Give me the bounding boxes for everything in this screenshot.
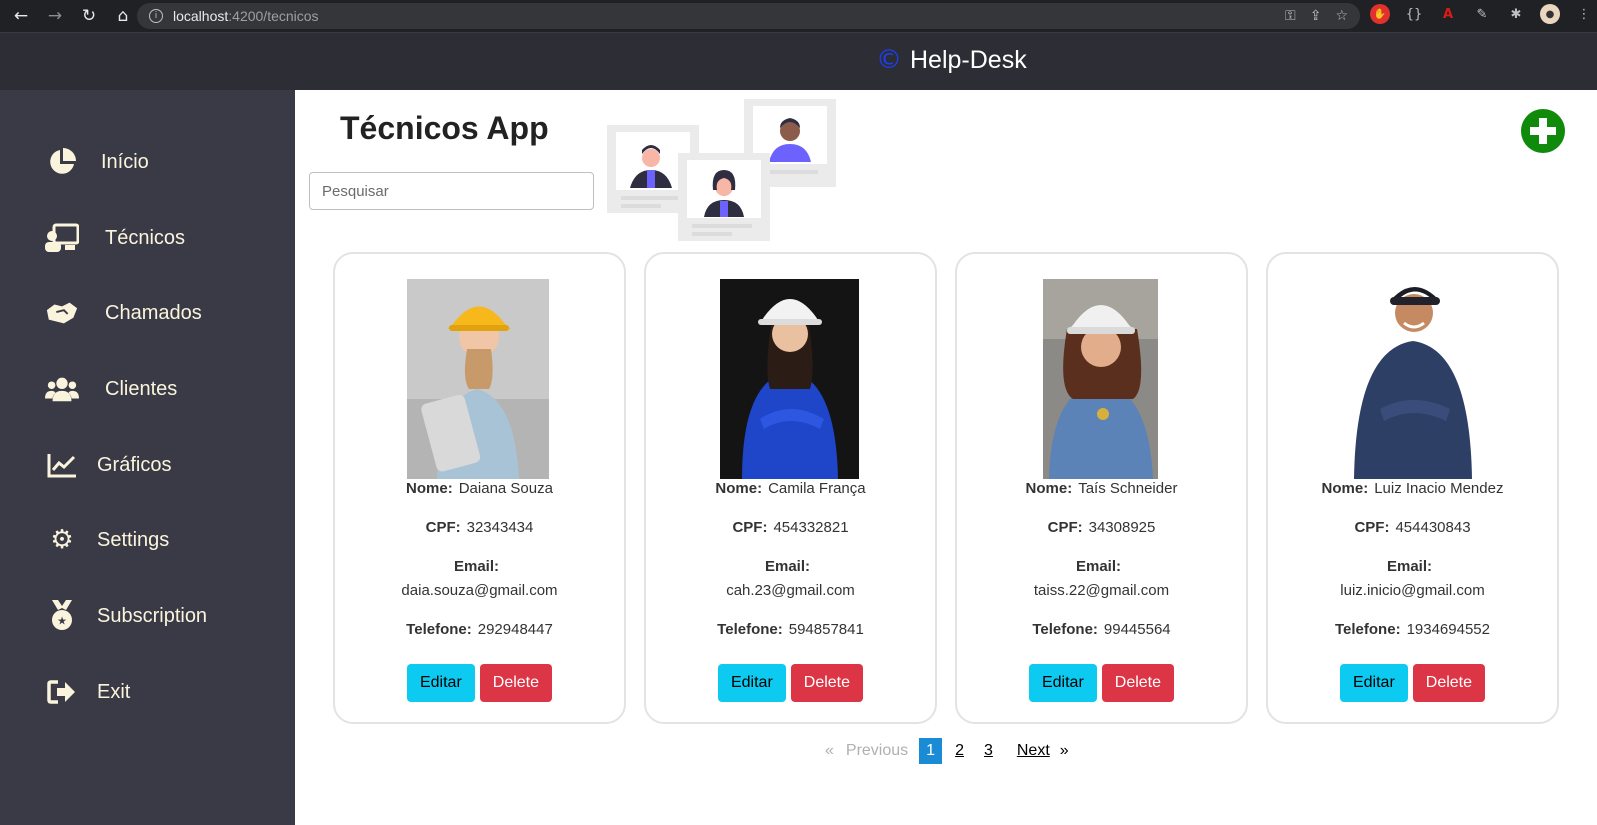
- back-icon[interactable]: ←: [8, 3, 34, 29]
- sidebar-item-clientes[interactable]: Clientes: [45, 372, 177, 406]
- puzzle-icon[interactable]: ✱: [1506, 4, 1526, 24]
- tecnico-email-label: Email:: [764, 558, 810, 575]
- copyright-icon: ©: [876, 45, 902, 75]
- page-link-2[interactable]: 2: [948, 738, 971, 764]
- tecnico-email: taiss.22@gmail.com: [1033, 582, 1170, 599]
- next-page-link[interactable]: Next: [1017, 742, 1050, 760]
- svg-text:★: ★: [57, 615, 67, 628]
- tecnico-card: Nome: Camila França CPF: 454332821 Email: …: [644, 252, 937, 724]
- tecnico-email-label: Email:: [1386, 558, 1432, 575]
- page-title: Técnicos App: [340, 110, 549, 146]
- previous-page-link[interactable]: Previous: [846, 742, 908, 760]
- sidebar: Início Técnicos Chamados Clientes Gráfic…: [0, 90, 295, 825]
- home-icon[interactable]: ⌂: [110, 3, 136, 29]
- sidebar-item-subscription[interactable]: ★ Subscription: [45, 599, 207, 633]
- reload-icon[interactable]: ↻: [76, 3, 102, 29]
- tecnico-cpf: CPF: 34308925: [1047, 519, 1156, 536]
- tecnico-telefone: Telefone: 292948447: [406, 621, 553, 638]
- add-tecnico-button[interactable]: [1521, 109, 1565, 153]
- sidebar-item-tecnicos[interactable]: Técnicos: [45, 221, 185, 255]
- share-icon[interactable]: ⇪: [1310, 8, 1322, 24]
- sidebar-item-settings[interactable]: ⚙ Settings: [45, 523, 169, 557]
- edit-button[interactable]: Editar: [1028, 664, 1097, 702]
- medal-icon: ★: [45, 599, 79, 633]
- pagination: « Previous 1 2 3 Next »: [825, 738, 1069, 764]
- site-info-icon[interactable]: i: [149, 9, 163, 23]
- tecnico-nome: Nome: Camila França: [715, 480, 866, 497]
- delete-button[interactable]: Delete: [790, 664, 864, 702]
- edit-button[interactable]: Editar: [717, 664, 786, 702]
- tecnico-cpf: CPF: 32343434: [425, 519, 534, 536]
- line-chart-icon: [45, 448, 79, 482]
- pen-extension-icon[interactable]: ✎: [1472, 4, 1492, 24]
- tecnico-card: Nome: Luiz Inacio Mendez CPF: 454430843 Em…: [1266, 252, 1559, 724]
- url-text: localhost:4200/tecnicos: [173, 8, 319, 24]
- tecnico-email: daia.souza@gmail.com: [401, 582, 558, 599]
- brand-title: Help-Desk: [910, 45, 1027, 74]
- angular-extension-icon[interactable]: A: [1438, 4, 1458, 24]
- key-icon[interactable]: ⚿: [1285, 8, 1296, 24]
- delete-button[interactable]: Delete: [479, 664, 553, 702]
- address-bar[interactable]: i localhost:4200/tecnicos ⚿ ⇪ ☆: [137, 3, 1360, 29]
- tecnico-telefone: Telefone: 594857841: [717, 621, 864, 638]
- handshake-icon: [45, 296, 79, 330]
- pie-chart-icon: [45, 145, 79, 179]
- tecnico-email-label: Email:: [1075, 558, 1121, 575]
- sidebar-item-exit[interactable]: Exit: [45, 675, 130, 709]
- json-extension-icon[interactable]: {}: [1404, 4, 1424, 24]
- page-link-1[interactable]: 1: [919, 738, 943, 764]
- previous-arrow-icon: «: [825, 742, 834, 759]
- tecnico-card: Nome: Daiana Souza CPF: 32343434 Email: da…: [333, 252, 626, 724]
- tecnico-nome: Nome: Taís Schneider: [1025, 480, 1178, 497]
- technician-icon: [45, 221, 79, 255]
- delete-button[interactable]: Delete: [1412, 664, 1486, 702]
- tecnico-card: Nome: Taís Schneider CPF: 34308925 Email: …: [955, 252, 1248, 724]
- next-arrow-icon: »: [1059, 742, 1069, 759]
- page-link-3[interactable]: 3: [977, 738, 1000, 764]
- tecnico-telefone: Telefone: 99445564: [1032, 621, 1171, 638]
- stop-extension-icon[interactable]: ✋: [1370, 4, 1390, 24]
- tecnico-cpf: CPF: 454430843: [1354, 519, 1471, 536]
- profile-avatar[interactable]: ●: [1540, 4, 1560, 24]
- brand[interactable]: © Help-Desk: [876, 45, 1027, 75]
- users-icon: [45, 372, 79, 406]
- tecnico-cpf: CPF: 454332821: [732, 519, 849, 536]
- tecnico-nome: Nome: Daiana Souza: [406, 480, 553, 497]
- star-icon[interactable]: ☆: [1335, 8, 1348, 24]
- tecnico-photo: [1043, 279, 1158, 479]
- edit-button[interactable]: Editar: [406, 664, 475, 702]
- browser-toolbar: ← → ↻ ⌂ i localhost:4200/tecnicos ⚿ ⇪ ☆ …: [0, 0, 1597, 32]
- gear-icon: ⚙: [50, 525, 74, 555]
- sidebar-item-inicio[interactable]: Início: [45, 145, 149, 179]
- main-content: Técnicos App Pesquisar Nome: Daiana Souz…: [295, 90, 1597, 825]
- menu-dots-icon[interactable]: ⋮: [1574, 4, 1594, 24]
- edit-button[interactable]: Editar: [1339, 664, 1408, 702]
- exit-icon: [45, 675, 79, 709]
- tecnico-photo: [407, 279, 549, 479]
- tecnico-nome: Nome: Luiz Inacio Mendez: [1321, 480, 1504, 497]
- tecnico-email-label: Email:: [453, 558, 499, 575]
- app-header: © Help-Desk: [0, 32, 1597, 90]
- sidebar-item-graficos[interactable]: Gráficos: [45, 448, 171, 482]
- sidebar-item-chamados[interactable]: Chamados: [45, 296, 202, 330]
- team-illustration: [607, 98, 837, 243]
- delete-button[interactable]: Delete: [1101, 664, 1175, 702]
- tecnico-telefone: Telefone: 1934694552: [1335, 621, 1490, 638]
- tecnico-email: cah.23@gmail.com: [726, 582, 855, 599]
- forward-icon[interactable]: →: [42, 3, 68, 29]
- tecnico-photo: [1350, 279, 1476, 479]
- search-input[interactable]: [309, 172, 594, 210]
- tecnico-photo: [720, 279, 859, 479]
- tecnico-email: luiz.inicio@gmail.com: [1340, 582, 1485, 599]
